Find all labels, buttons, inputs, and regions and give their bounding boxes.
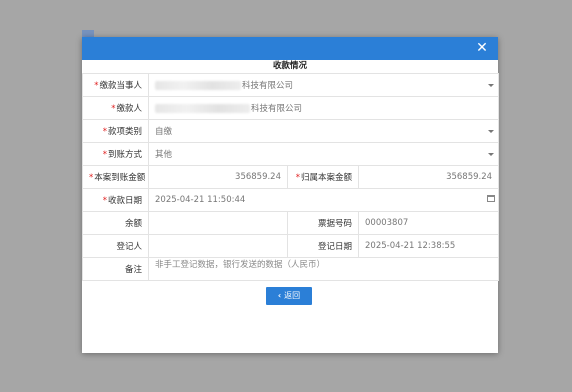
balance-label: 余额 xyxy=(82,211,149,235)
remark-textarea[interactable]: 非手工登记数据，银行发送的数据（人民币） xyxy=(147,257,500,281)
form-title: 收款情况 xyxy=(272,61,307,71)
chevron-down-icon xyxy=(488,84,495,87)
row-arrival-method: 到账方式 其他 xyxy=(82,142,500,166)
registrant-label: 登记人 xyxy=(82,234,149,258)
register-date-label: 登记日期 xyxy=(287,234,359,258)
registrant-field[interactable] xyxy=(148,234,288,258)
row-amounts: 本案到账金额 356859.24 归属本案金额 356859.24 xyxy=(82,165,500,189)
arrival-method-label: 到账方式 xyxy=(82,142,149,166)
payer-value: 科技有限公司 xyxy=(251,104,303,114)
payer-field[interactable]: 科技有限公司 xyxy=(147,96,500,120)
close-icon[interactable]: ✕ xyxy=(473,39,491,57)
arrival-amount-field[interactable]: 356859.24 xyxy=(148,165,288,189)
dialog-footer: ‹ 返回 xyxy=(82,281,498,309)
payment-form: 缴款当事人 科技有限公司 缴款人 科技有限公司 款项类别 自缴 到账方式 其他 xyxy=(82,73,500,281)
ticket-no-field[interactable]: 00003807 xyxy=(357,211,500,235)
back-button-label: 返回 xyxy=(284,291,301,300)
case-amount-field[interactable]: 356859.24 xyxy=(357,165,500,189)
remark-label: 备注 xyxy=(82,257,149,281)
receipt-date-label: 收款日期 xyxy=(82,188,149,212)
row-receipt-date: 收款日期 2025-04-21 11:50:44 xyxy=(82,188,500,212)
row-remark: 备注 非手工登记数据，银行发送的数据（人民币） xyxy=(82,257,500,281)
payment-dialog: ✕ 收款情况 缴款当事人 科技有限公司 缴款人 科技有限公司 款项类别 自缴 xyxy=(82,37,500,353)
register-date-field[interactable]: 2025-04-21 12:38:55 xyxy=(357,234,500,258)
payer-party-select[interactable]: 科技有限公司 xyxy=(147,73,500,97)
payer-party-value: 科技有限公司 xyxy=(242,81,294,91)
row-balance-ticket: 余额 票据号码 00003807 xyxy=(82,211,500,235)
arrival-method-value: 其他 xyxy=(155,150,173,160)
case-amount-label: 归属本案金额 xyxy=(287,165,359,189)
balance-field[interactable] xyxy=(148,211,288,235)
row-payer: 缴款人 科技有限公司 xyxy=(82,96,500,120)
chevron-down-icon xyxy=(488,153,495,156)
arrival-method-select[interactable]: 其他 xyxy=(147,142,500,166)
row-fund-type: 款项类别 自缴 xyxy=(82,119,500,143)
receipt-date-picker[interactable]: 2025-04-21 11:50:44 xyxy=(147,188,500,212)
row-payer-party: 缴款当事人 科技有限公司 xyxy=(82,73,500,97)
back-button[interactable]: ‹ 返回 xyxy=(266,287,312,305)
payer-party-label: 缴款当事人 xyxy=(82,73,149,97)
fund-type-label: 款项类别 xyxy=(82,119,149,143)
redacted-text xyxy=(155,81,241,90)
dialog-titlebar: ✕ xyxy=(82,37,498,60)
row-registrant: 登记人 登记日期 2025-04-21 12:38:55 xyxy=(82,234,500,258)
chevron-down-icon xyxy=(488,130,495,133)
redacted-text xyxy=(155,104,250,113)
receipt-date-value: 2025-04-21 11:50:44 xyxy=(155,195,246,205)
chevron-left-icon: ‹ xyxy=(277,291,282,300)
ticket-no-label: 票据号码 xyxy=(287,211,359,235)
fund-type-value: 自缴 xyxy=(155,127,173,137)
payer-label: 缴款人 xyxy=(82,96,149,120)
calendar-icon[interactable] xyxy=(487,195,496,202)
fund-type-select[interactable]: 自缴 xyxy=(147,119,500,143)
arrival-amount-label: 本案到账金额 xyxy=(82,165,149,189)
